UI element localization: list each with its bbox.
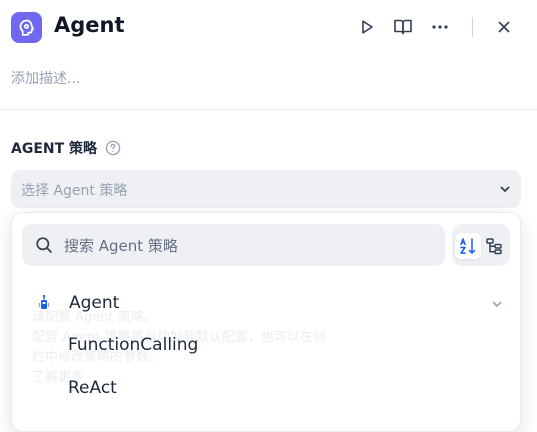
section-divider — [0, 109, 537, 110]
docs-button[interactable] — [391, 15, 415, 39]
close-button[interactable] — [492, 15, 516, 39]
page-title: Agent — [54, 13, 125, 37]
more-button[interactable] — [428, 15, 452, 39]
description-placeholder[interactable]: 添加描述... — [11, 68, 80, 88]
agent-app-icon — [11, 12, 42, 43]
tree-view-button[interactable] — [481, 233, 507, 259]
sort-az-icon — [460, 238, 476, 254]
sort-button[interactable] — [455, 233, 481, 259]
strategy-select-placeholder: 选择 Agent 策略 — [21, 183, 128, 199]
strategy-item-agent[interactable]: Agent — [12, 284, 520, 324]
strategy-item-label: Agent — [69, 293, 120, 313]
view-toggle-group — [452, 224, 510, 266]
tree-icon — [486, 238, 502, 255]
play-icon — [362, 20, 373, 34]
strategy-item-react[interactable]: ReAct — [12, 369, 520, 409]
panel-header: Agent — [0, 0, 537, 58]
strategy-section-label: AGENT 策略 — [11, 138, 121, 158]
strategy-item-functioncalling[interactable]: FunctionCalling — [12, 326, 520, 366]
help-icon[interactable] — [105, 140, 121, 156]
search-input[interactable] — [62, 224, 436, 268]
strategy-search[interactable] — [22, 224, 445, 268]
chevron-down-icon — [500, 186, 510, 192]
header-divider — [472, 17, 473, 37]
book-open-icon — [394, 19, 412, 35]
strategy-item-label: ReAct — [68, 378, 117, 398]
run-button[interactable] — [355, 15, 379, 39]
strategy-item-label: FunctionCalling — [68, 335, 199, 355]
search-icon — [36, 237, 52, 253]
chevron-down-icon[interactable] — [490, 297, 504, 311]
close-icon — [498, 21, 510, 33]
more-icon — [432, 25, 448, 29]
strategy-select[interactable]: 选择 Agent 策略 — [11, 170, 521, 208]
strategy-label-text: AGENT 策略 — [11, 141, 98, 157]
agent-pin-icon — [38, 294, 50, 309]
strategy-dropdown: 请配置 Agent 策略。 配置 Agent 策略将自动加载默认配置，也可以在侧… — [11, 212, 521, 432]
